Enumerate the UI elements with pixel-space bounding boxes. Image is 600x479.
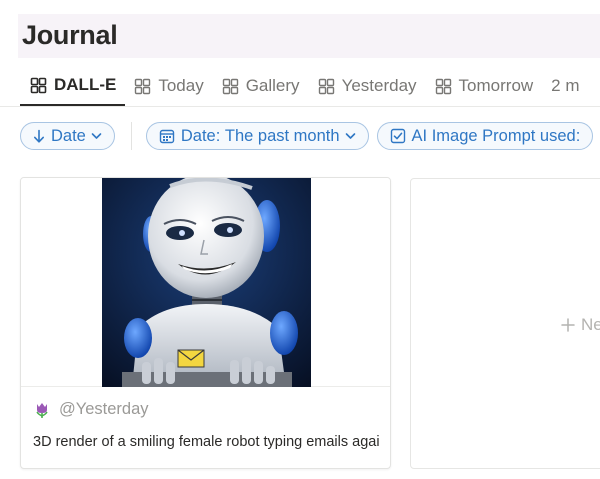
new-card-text: Ne [581, 315, 600, 334]
tab-gallery[interactable]: Gallery [213, 66, 309, 106]
date-filter-prefix: Date: [180, 126, 221, 145]
tab-dall-e[interactable]: DALL-E [20, 66, 126, 106]
page-title-bar: Journal [18, 14, 600, 58]
prompt-filter-button[interactable]: AI Image Prompt used: [376, 122, 594, 150]
plus-icon [561, 318, 575, 332]
view-tabs: DALL-E Today Gallery Yesterday Tomorrow … [20, 66, 589, 106]
chevron-down-icon [345, 132, 356, 140]
tab-more-views[interactable]: 2 m [542, 66, 588, 106]
sort-date-button[interactable]: Date [20, 122, 115, 150]
tab-label: Gallery [245, 76, 300, 95]
new-card-label: Ne [561, 315, 600, 335]
new-card-button[interactable]: Ne [410, 178, 600, 469]
gallery-card[interactable]: @Yesterday 3D render of a smiling female… [20, 177, 391, 469]
card-title: 3D render of a smiling female robot typi… [33, 434, 380, 450]
filter-bar: Date Date: The past month AI Image Promp… [20, 122, 594, 150]
tab-tomorrow[interactable]: Tomorrow [426, 66, 543, 106]
page-title[interactable]: Journal [22, 20, 118, 51]
tab-today[interactable]: Today [125, 66, 212, 106]
chevron-down-icon [91, 132, 102, 140]
tab-label: DALL-E [54, 75, 117, 94]
tabs-divider [0, 106, 600, 107]
sort-label: Date [51, 126, 86, 145]
date-filter-button[interactable]: Date: The past month [145, 122, 369, 150]
tab-label: Yesterday [341, 76, 417, 95]
card-date-label[interactable]: @Yesterday [59, 400, 149, 419]
filter-divider [130, 122, 132, 150]
calendar-icon [159, 128, 175, 144]
gallery-icon [435, 78, 452, 95]
tulip-icon [33, 401, 51, 419]
robot-image [102, 178, 311, 387]
tab-label: Tomorrow [458, 76, 534, 95]
checkbox-icon [390, 128, 406, 144]
card-date: @Yesterday [33, 400, 149, 419]
gallery-icon [134, 78, 151, 95]
gallery-icon [318, 78, 335, 95]
card-cover [21, 178, 390, 387]
gallery-icon [222, 78, 239, 95]
prompt-filter-prefix: AI Image Prompt used: [411, 126, 581, 145]
tab-label: 2 m [551, 76, 580, 95]
arrow-down-icon [33, 129, 45, 144]
tab-label: Today [158, 76, 204, 95]
gallery-icon [30, 77, 47, 94]
tab-yesterday[interactable]: Yesterday [309, 66, 426, 106]
date-filter-value: The past month [224, 126, 340, 145]
